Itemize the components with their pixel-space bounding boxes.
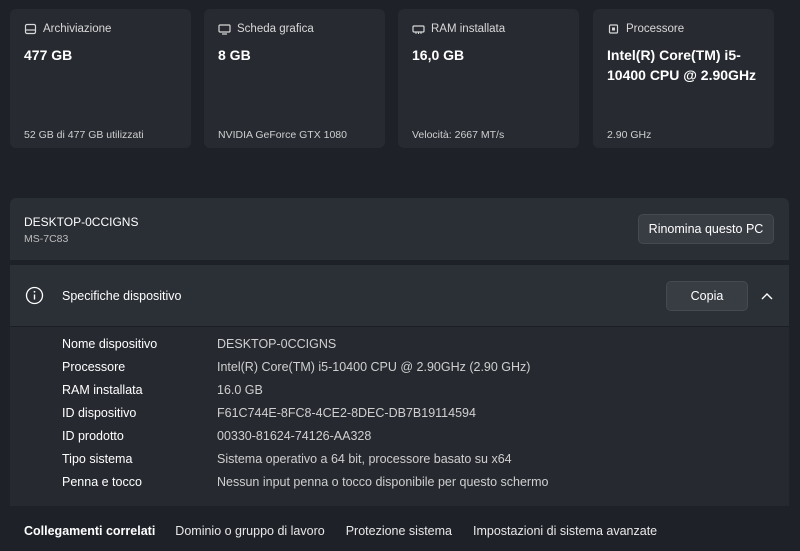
link-system-protection[interactable]: Protezione sistema [346, 524, 452, 538]
card-label: Archiviazione [43, 23, 112, 35]
card-detail: 52 GB di 477 GB utilizzati [24, 129, 144, 141]
card-value: Intel(R) Core(TM) i5-10400 CPU @ 2.90GHz [607, 47, 757, 83]
ram-icon [412, 25, 425, 34]
rename-pc-button[interactable]: Rinomina questo PC [638, 214, 774, 244]
spec-key: Tipo sistema [62, 452, 133, 466]
spec-row-pen-touch: Penna e tocco Nessun input penna o tocco … [62, 475, 762, 498]
gpu-card: Scheda grafica 8 GB NVIDIA GeForce GTX 1… [204, 9, 385, 148]
spec-value: DESKTOP-0CCIGNS [217, 337, 337, 351]
card-detail: 2.90 GHz [607, 129, 652, 141]
storage-card: Archiviazione 477 GB 52 GB di 477 GB uti… [10, 9, 191, 148]
card-value: 16,0 GB [412, 47, 465, 63]
pc-name: DESKTOP-0CCIGNS [24, 215, 139, 229]
card-value: 477 GB [24, 47, 73, 63]
link-domain-workgroup[interactable]: Dominio o gruppo di lavoro [175, 524, 324, 538]
spec-key: Penna e tocco [62, 475, 142, 489]
spec-value: Nessun input penna o tocco disponibile p… [217, 475, 549, 489]
spec-value: Sistema operativo a 64 bit, processore b… [217, 452, 512, 466]
pc-name-panel: DESKTOP-0CCIGNS MS-7C83 Rinomina questo … [10, 198, 789, 260]
related-links-bar: Collegamenti correlati Dominio o gruppo … [10, 510, 789, 551]
device-specs-header[interactable]: Specifiche dispositivo Copia [10, 265, 789, 327]
card-detail: NVIDIA GeForce GTX 1080 [218, 129, 347, 141]
ram-card: RAM installata 16,0 GB Velocità: 2667 MT… [398, 9, 579, 148]
chevron-up-icon[interactable] [760, 290, 774, 302]
related-links-title: Collegamenti correlati [24, 523, 156, 538]
spec-key: Nome dispositivo [62, 337, 158, 351]
specs-list: Nome dispositivo DESKTOP-0CCIGNS Processo… [62, 337, 762, 498]
spec-key: Processore [62, 360, 126, 374]
card-label: Scheda grafica [237, 23, 314, 35]
gpu-icon [218, 24, 231, 35]
pc-model: MS-7C83 [24, 233, 69, 245]
link-advanced-system-settings[interactable]: Impostazioni di sistema avanzate [473, 524, 657, 538]
spec-row-device-id: ID dispositivo F61C744E-8FC8-4CE2-8DEC-DB… [62, 406, 762, 429]
spec-row-system-type: Tipo sistema Sistema operativo a 64 bit, … [62, 452, 762, 475]
card-value: 8 GB [218, 47, 251, 63]
spec-value: F61C744E-8FC8-4CE2-8DEC-DB7B19114594 [217, 406, 476, 420]
spec-value: Intel(R) Core(TM) i5-10400 CPU @ 2.90GHz… [217, 360, 531, 374]
storage-icon [24, 23, 37, 35]
spec-key: RAM installata [62, 383, 143, 397]
card-label: Processore [626, 23, 685, 35]
spec-row-device-name: Nome dispositivo DESKTOP-0CCIGNS [62, 337, 762, 360]
spec-row-processor: Processore Intel(R) Core(TM) i5-10400 CPU… [62, 360, 762, 383]
device-specs-title: Specifiche dispositivo [62, 289, 182, 303]
spec-key: ID prodotto [62, 429, 124, 443]
spec-value: 00330-81624-74126-AA328 [217, 429, 372, 443]
spec-row-product-id: ID prodotto 00330-81624-74126-AA328 [62, 429, 762, 452]
spec-value: 16.0 GB [217, 383, 263, 397]
spec-row-ram: RAM installata 16.0 GB [62, 383, 762, 406]
copy-button[interactable]: Copia [666, 281, 748, 311]
cpu-card: Processore Intel(R) Core(TM) i5-10400 CP… [593, 9, 774, 148]
cpu-icon [608, 24, 619, 34]
info-icon [25, 286, 44, 305]
card-detail: Velocità: 2667 MT/s [412, 129, 505, 141]
device-specs-panel: Specifiche dispositivo Copia Nome dispos… [10, 265, 789, 506]
card-label: RAM installata [431, 23, 506, 35]
spec-key: ID dispositivo [62, 406, 137, 420]
hardware-summary-cards: Archiviazione 477 GB 52 GB di 477 GB uti… [10, 9, 774, 148]
